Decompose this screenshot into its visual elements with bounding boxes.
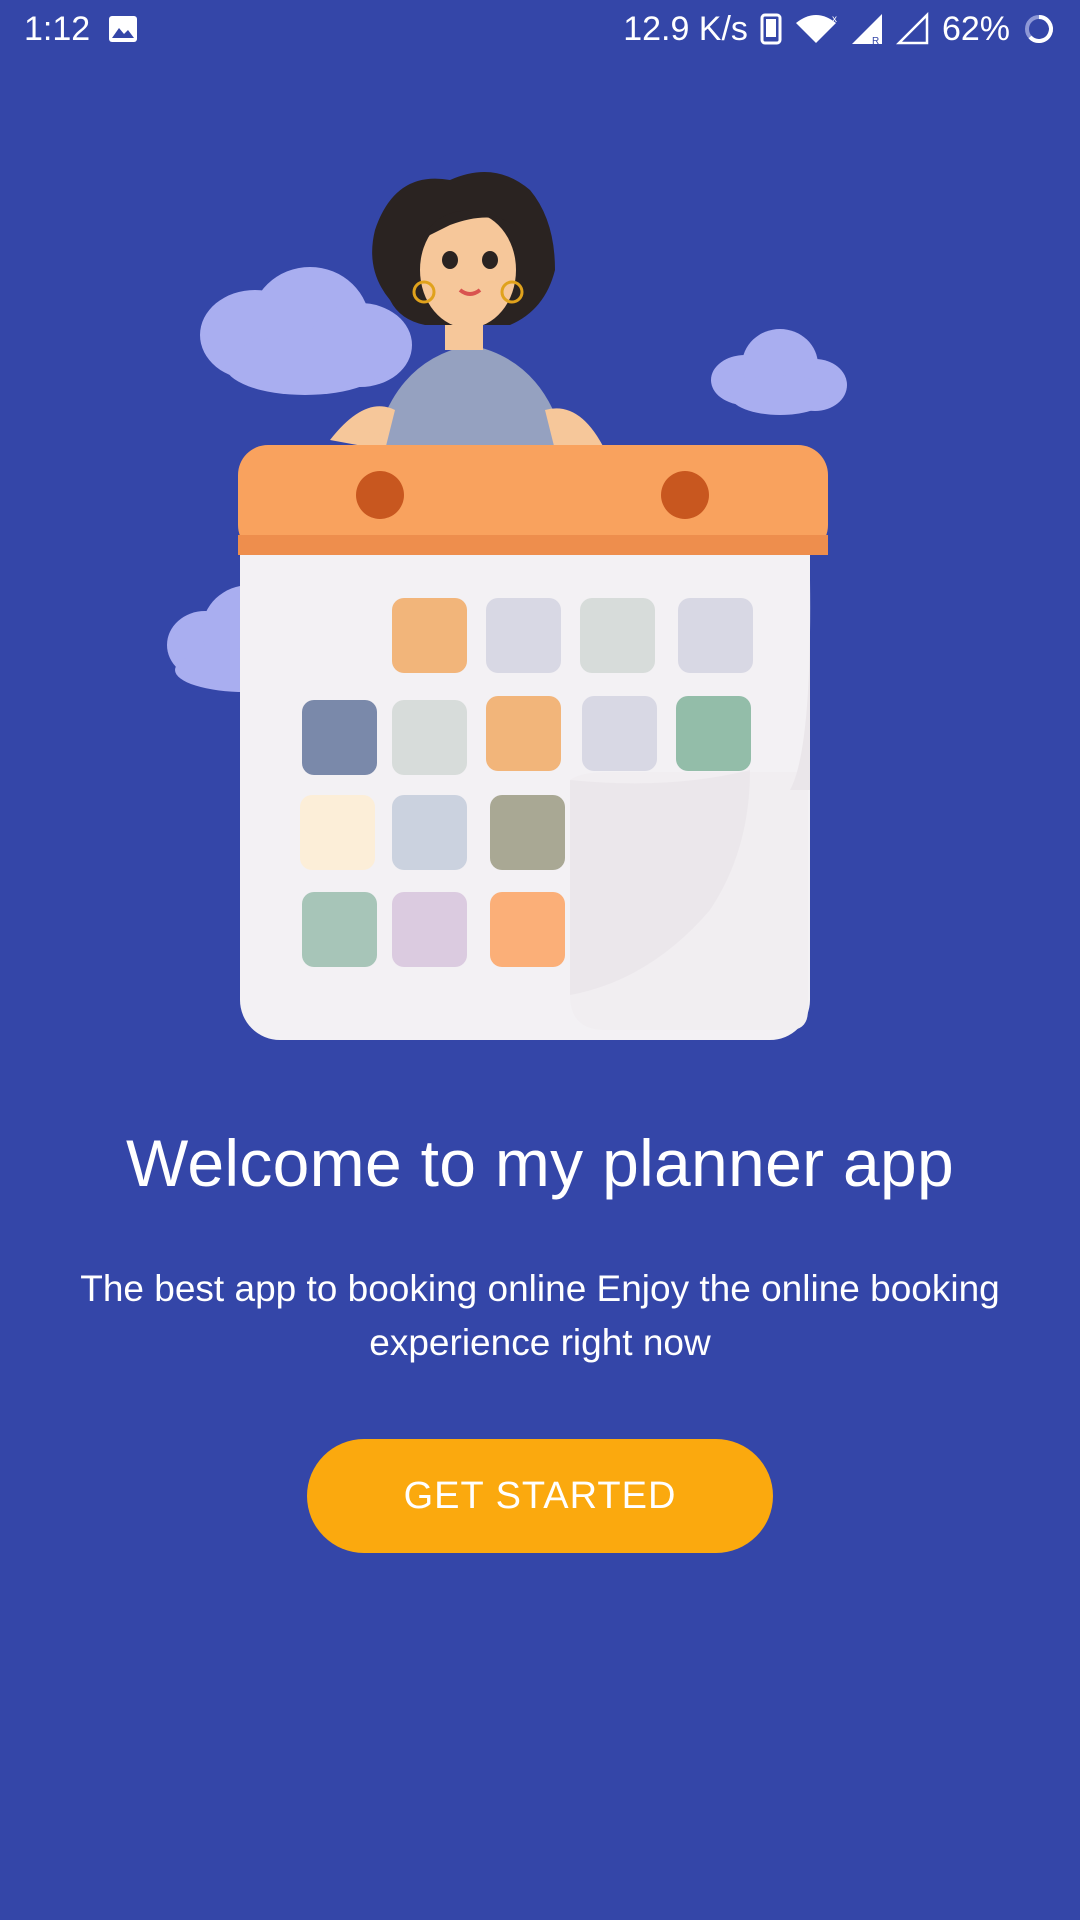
welcome-subtitle: The best app to booking online Enjoy the… [80,1268,1000,1363]
get-started-button[interactable]: GET STARTED [307,1439,773,1553]
phone-icon [760,13,782,45]
status-right: 12.9 K/s x R 62% [623,10,1056,49]
battery-percent: 62% [941,9,1010,48]
image-icon [108,15,138,43]
status-bar: 1:12 12.9 K/s x R 62% [0,0,1080,58]
network-speed: 12.9 K/s [623,9,748,48]
signal-icon: R [850,12,884,46]
svg-text:x: x [832,14,837,25]
svg-text:R: R [872,36,879,46]
wifi-icon: x [794,13,838,45]
status-left: 1:12 [24,10,138,49]
welcome-title: Welcome to my planner app [125,1126,955,1200]
calendar-icon [238,445,828,1040]
clock-time: 1:12 [24,9,91,48]
woman-with-calendar-illustration [150,150,870,1050]
battery-ring-icon [1022,12,1056,46]
cloud-icon [200,267,412,395]
signal-empty-icon [895,12,930,46]
